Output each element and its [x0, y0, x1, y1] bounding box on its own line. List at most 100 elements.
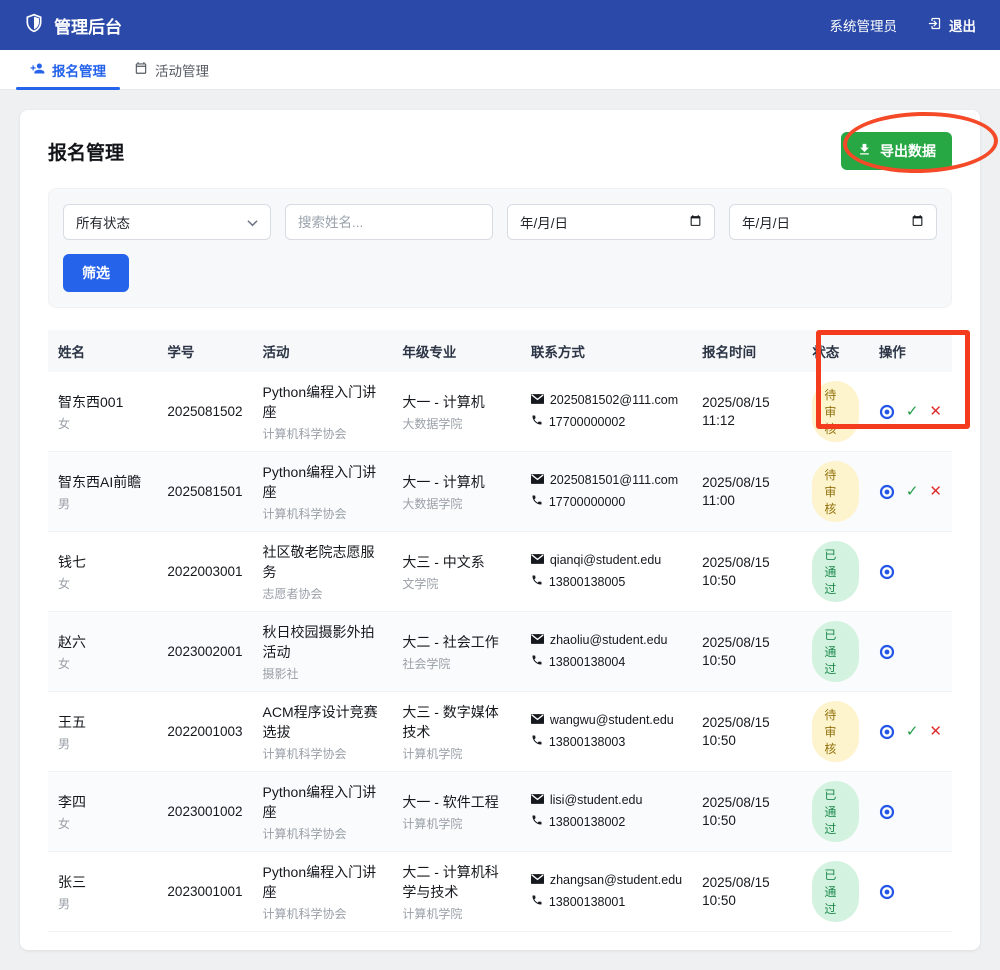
row-actions — [879, 644, 942, 660]
tab-activities-label: 活动管理 — [155, 60, 209, 80]
card-header: 报名管理 导出数据 — [48, 132, 952, 170]
filter-row: 所有状态 年/月/日 — [63, 204, 937, 240]
reject-action-icon[interactable]: ✕ — [929, 484, 942, 499]
filter-button[interactable]: 筛选 — [63, 254, 129, 292]
date-to-value: 年/月/日 — [742, 212, 790, 232]
phone: 13800138005 — [531, 572, 682, 593]
tab-registrations[interactable]: 报名管理 — [16, 50, 120, 89]
view-action-icon[interactable] — [879, 404, 895, 420]
envelope-icon — [531, 550, 544, 571]
navbar-right: 系统管理员 退出 — [830, 15, 977, 35]
college: 文学院 — [402, 575, 511, 592]
calendar-icon — [134, 61, 148, 78]
row-actions: ✓✕ — [879, 404, 942, 420]
status-select-value: 所有状态 — [76, 212, 130, 232]
phone-icon — [531, 572, 543, 593]
export-data-button[interactable]: 导出数据 — [841, 132, 952, 170]
tab-bar: 报名管理 活动管理 — [0, 50, 1000, 90]
student-id: 2025081501 — [167, 484, 242, 499]
view-action-icon[interactable] — [879, 564, 895, 580]
envelope-icon — [531, 870, 544, 891]
table-row: 赵六 女 2023002001 秋日校园摄影外拍活动 摄影社 大二 - 社会工作… — [48, 612, 952, 692]
person-add-icon — [30, 61, 45, 79]
date-from-input[interactable]: 年/月/日 — [507, 204, 715, 240]
grade-major: 大二 - 计算机科学与技术 — [402, 862, 511, 902]
activity-org: 志愿者协会 — [263, 585, 383, 602]
date-from-value: 年/月/日 — [520, 212, 568, 232]
column-header: 学号 — [157, 330, 252, 372]
phone-icon — [531, 412, 543, 433]
logout-label: 退出 — [949, 15, 976, 35]
registration-time: 2025/08/15 10:50 — [702, 555, 770, 588]
view-action-icon[interactable] — [879, 724, 895, 740]
logout-button[interactable]: 退出 — [927, 15, 976, 35]
registration-time: 2025/08/15 10:50 — [702, 635, 770, 668]
top-navbar: 管理后台 系统管理员 退出 — [0, 0, 1000, 50]
grade-major: 大一 - 计算机 — [402, 392, 511, 412]
college: 计算机学院 — [402, 815, 511, 832]
search-input[interactable] — [298, 215, 480, 230]
brand: 管理后台 — [24, 13, 122, 38]
table-row: 智东西001 女 2025081502 Python编程入门讲座 计算机科学协会… — [48, 372, 952, 452]
column-header: 状态 — [802, 330, 869, 372]
brand-title: 管理后台 — [54, 13, 122, 38]
reject-action-icon[interactable]: ✕ — [929, 724, 942, 739]
student-name: 张三 — [58, 872, 147, 892]
envelope-icon — [531, 470, 544, 491]
view-action-icon[interactable] — [879, 644, 895, 660]
student-id: 2023002001 — [167, 644, 242, 659]
student-id: 2023001001 — [167, 884, 242, 899]
calendar-icon — [911, 214, 924, 230]
student-gender: 男 — [58, 895, 147, 912]
status-select[interactable]: 所有状态 — [63, 204, 271, 240]
activity-org: 摄影社 — [263, 665, 383, 682]
grade-major: 大三 - 中文系 — [402, 552, 511, 572]
student-name: 钱七 — [58, 552, 147, 572]
registration-time: 2025/08/15 10:50 — [702, 875, 770, 908]
activity-name: Python编程入门讲座 — [263, 462, 383, 502]
registrations-card: 报名管理 导出数据 所有状态 — [20, 110, 980, 950]
status-badge: 已通过 — [812, 781, 859, 842]
approve-action-icon[interactable]: ✓ — [906, 404, 919, 419]
phone-icon — [531, 732, 543, 753]
email: zhaoliu@student.edu — [531, 630, 682, 651]
phone: 17700000000 — [531, 492, 682, 513]
table-body: 智东西001 女 2025081502 Python编程入门讲座 计算机科学协会… — [48, 372, 952, 932]
phone: 13800138003 — [531, 732, 682, 753]
student-id: 2022003001 — [167, 564, 242, 579]
grade-major: 大一 - 软件工程 — [402, 792, 511, 812]
search-field-wrap — [285, 204, 493, 240]
row-actions — [879, 564, 942, 580]
student-id: 2022001003 — [167, 724, 242, 739]
phone: 17700000002 — [531, 412, 682, 433]
activity-org: 计算机科学协会 — [263, 745, 383, 762]
reject-action-icon[interactable]: ✕ — [929, 404, 942, 419]
view-action-icon[interactable] — [879, 884, 895, 900]
view-action-icon[interactable] — [879, 484, 895, 500]
date-to-input[interactable]: 年/月/日 — [729, 204, 937, 240]
column-header: 联系方式 — [521, 330, 692, 372]
student-gender: 男 — [58, 735, 147, 752]
row-actions: ✓✕ — [879, 724, 942, 740]
approve-action-icon[interactable]: ✓ — [906, 724, 919, 739]
view-action-icon[interactable] — [879, 804, 895, 820]
grade-major: 大二 - 社会工作 — [402, 632, 511, 652]
table-row: 钱七 女 2022003001 社区敬老院志愿服务 志愿者协会 大三 - 中文系… — [48, 532, 952, 612]
student-id: 2025081502 — [167, 404, 242, 419]
export-data-label: 导出数据 — [880, 141, 936, 161]
email: wangwu@student.edu — [531, 710, 682, 731]
header-row: 姓名学号活动年级专业联系方式报名时间状态操作 — [48, 330, 952, 372]
status-badge: 待审核 — [812, 461, 859, 522]
college: 社会学院 — [402, 655, 511, 672]
activity-name: Python编程入门讲座 — [263, 782, 383, 822]
student-gender: 女 — [58, 575, 147, 592]
logout-icon — [927, 16, 942, 34]
tab-activities[interactable]: 活动管理 — [120, 50, 223, 89]
student-name: 王五 — [58, 712, 147, 732]
approve-action-icon[interactable]: ✓ — [906, 484, 919, 499]
activity-name: Python编程入门讲座 — [263, 862, 383, 902]
shield-icon — [24, 13, 44, 38]
status-badge: 已通过 — [812, 541, 859, 602]
student-gender: 男 — [58, 495, 147, 512]
activity-name: Python编程入门讲座 — [263, 382, 383, 422]
